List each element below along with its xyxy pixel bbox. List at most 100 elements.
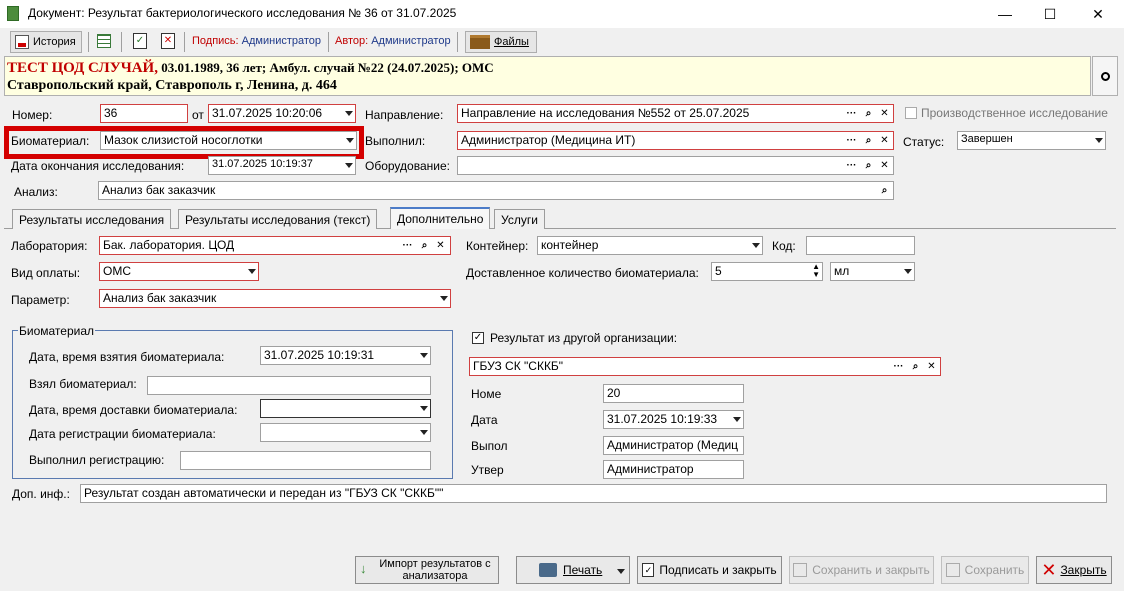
delivery-input[interactable] <box>260 399 431 418</box>
code-input[interactable] <box>806 236 915 255</box>
sign-doc-icon[interactable]: ✓ <box>133 33 147 49</box>
equipment-field[interactable]: ··· ⌕ ✕ <box>457 156 894 175</box>
ext-date-label: Дата <box>471 413 498 427</box>
performed-field[interactable]: Администратор (Медицина ИТ) ··· ⌕ ✕ <box>457 131 894 150</box>
param-value: Анализ бак заказчик <box>103 291 217 305</box>
reg-by-label: Выполнил регистрацию: <box>29 453 165 467</box>
delivery-label: Дата, время доставки биоматериала: <box>29 403 238 417</box>
perf-input[interactable]: Администратор (Медиц <box>603 436 744 455</box>
search-icon[interactable]: ⌕ <box>908 359 923 374</box>
tab-results-text[interactable]: Результаты исследования (текст) <box>178 209 378 229</box>
direction-field[interactable]: Направление на исследования №552 от 25.0… <box>457 104 894 123</box>
tab-additional[interactable]: Дополнительно <box>390 207 491 229</box>
save-button[interactable]: Сохранить <box>941 556 1029 584</box>
took-label: Взял биоматериал: <box>29 377 137 391</box>
tab-services[interactable]: Услуги <box>494 209 545 229</box>
patient-header: ТЕСТ ЦОД СЛУЧАЙ, 03.01.1989, 36 лет; Амб… <box>4 56 1091 96</box>
more-icon[interactable]: ··· <box>891 359 906 374</box>
clear-icon[interactable]: ✕ <box>877 158 892 173</box>
sign-value: Администратор <box>241 35 322 47</box>
other-org-label: Результат из другой организации: <box>490 331 678 345</box>
import-button[interactable]: ↓ Импорт результатов с анализатора <box>355 556 499 584</box>
chevron-down-icon <box>440 296 448 301</box>
chevron-down-icon <box>420 406 428 411</box>
search-icon[interactable]: ⌕ <box>417 238 432 253</box>
lab-field[interactable]: Бак. лаборатория. ЦОД ··· ⌕ ✕ <box>99 236 451 255</box>
status-select[interactable]: Завершен <box>957 131 1106 150</box>
search-icon[interactable]: ⌕ <box>861 158 876 173</box>
sign-close-label: Подписать и закрыть <box>659 563 777 577</box>
number-label: Номер: <box>12 108 53 122</box>
addinfo-label: Доп. инф.: <box>12 487 70 501</box>
more-icon[interactable]: ··· <box>844 158 859 173</box>
unit-select[interactable]: мл <box>830 262 915 281</box>
toolbar-separator <box>184 32 185 52</box>
payment-select[interactable]: ОМС <box>99 262 259 281</box>
payment-value: ОМС <box>103 264 131 278</box>
print-dropdown-icon[interactable] <box>617 569 625 574</box>
search-icon[interactable]: ⌕ <box>861 133 876 148</box>
clear-icon[interactable]: ✕ <box>877 133 892 148</box>
nom-input[interactable]: 20 <box>603 384 744 403</box>
table-icon[interactable] <box>97 34 111 48</box>
window-title: Документ: Результат бактериологического … <box>28 6 457 20</box>
reg-date-input[interactable] <box>260 423 431 442</box>
other-org-field[interactable]: ГБУЗ СК "СККБ" ··· ⌕ ✕ <box>469 357 941 376</box>
import-label: Импорт результатов с анализатора <box>379 558 491 582</box>
files-label: Файлы <box>494 36 529 48</box>
param-label: Параметр: <box>11 293 70 307</box>
appr-input[interactable]: Администратор <box>603 460 744 479</box>
take-date-value: 31.07.2025 10:19:31 <box>264 348 375 362</box>
chevron-down-icon <box>248 269 256 274</box>
search-icon[interactable]: ⌕ <box>877 183 892 198</box>
header-search-button[interactable] <box>1092 56 1118 96</box>
stepper-arrows-icon[interactable]: ▲ ▼ <box>812 263 820 279</box>
unsign-doc-icon[interactable]: ✕ <box>161 33 175 49</box>
more-icon[interactable]: ··· <box>400 238 415 253</box>
addinfo-input[interactable]: Результат создан автоматически и передан… <box>80 484 1107 503</box>
param-select[interactable]: Анализ бак заказчик <box>99 289 451 308</box>
ext-date-input[interactable]: 31.07.2025 10:19:33 <box>603 410 744 429</box>
unit-value: мл <box>834 264 850 278</box>
lab-label: Лаборатория: <box>11 239 88 253</box>
patient-address: Ставропольский край, Ставрополь г, Ленин… <box>7 78 337 93</box>
analysis-label: Анализ: <box>14 185 58 199</box>
save-close-button[interactable]: Сохранить и закрыть <box>789 556 934 584</box>
other-org-checkbox[interactable]: ✓ <box>472 332 484 344</box>
lab-value: Бак. лаборатория. ЦОД <box>103 238 235 252</box>
patient-line: ТЕСТ ЦОД СЛУЧАЙ, 03.01.1989, 36 лет; Амб… <box>7 60 494 77</box>
minimize-button[interactable]: — <box>982 0 1028 28</box>
more-icon[interactable]: ··· <box>844 133 859 148</box>
end-date-input[interactable]: 31.07.2025 10:19:37 <box>208 156 356 175</box>
print-button[interactable]: Печать <box>516 556 630 584</box>
chevron-down-icon <box>904 269 912 274</box>
qty-stepper[interactable]: 5 ▲ ▼ <box>711 262 823 281</box>
clear-icon[interactable]: ✕ <box>877 106 892 121</box>
search-icon[interactable]: ⌕ <box>861 106 876 121</box>
production-checkbox[interactable] <box>905 107 917 119</box>
more-icon[interactable]: ··· <box>844 106 859 121</box>
take-date-label: Дата, время взятия биоматериала: <box>29 350 225 364</box>
container-select[interactable]: контейнер <box>537 236 763 255</box>
number-input[interactable]: 36 <box>100 104 188 123</box>
toolbar: История ✓ ✕ Подпись: Администратор Автор… <box>0 28 1124 55</box>
took-input[interactable] <box>147 376 431 395</box>
tab-results[interactable]: Результаты исследования <box>12 209 172 229</box>
close-window-button[interactable]: ✕ <box>1075 0 1121 28</box>
close-label: Закрыть <box>1060 563 1107 577</box>
clear-icon[interactable]: ✕ <box>924 359 939 374</box>
chevron-down-icon <box>733 417 741 422</box>
maximize-button[interactable]: ☐ <box>1027 0 1073 28</box>
clear-icon[interactable]: ✕ <box>433 238 448 253</box>
files-button[interactable]: Файлы <box>465 31 537 53</box>
sign-close-button[interactable]: ✓ Подписать и закрыть <box>637 556 782 584</box>
author-info: Автор: Администратор <box>335 35 451 47</box>
toolbar-separator <box>88 32 89 52</box>
analysis-field[interactable]: Анализ бак заказчик ⌕ <box>98 181 894 200</box>
take-date-input[interactable]: 31.07.2025 10:19:31 <box>260 346 431 365</box>
from-date-input[interactable]: 31.07.2025 10:20:06 <box>208 104 356 123</box>
reg-by-input[interactable] <box>180 451 431 470</box>
author-value: Администратор <box>371 35 451 47</box>
close-button[interactable]: ✕ Закрыть <box>1036 556 1112 584</box>
history-button[interactable]: История <box>10 31 82 53</box>
